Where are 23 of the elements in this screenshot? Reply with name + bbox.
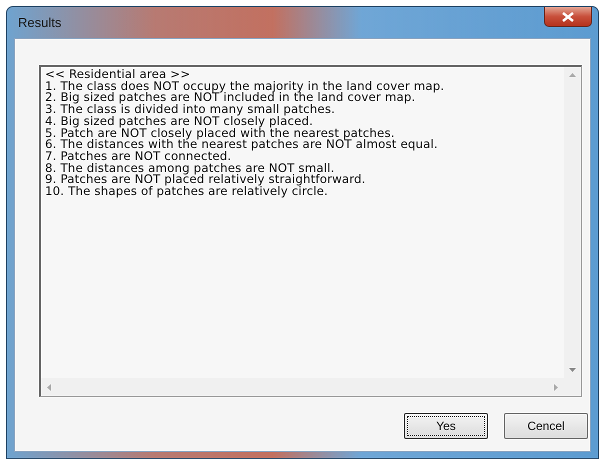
dialog-button[interactable]: Cencel [504,413,588,439]
text-line: 7. Patches are NOT connected. [45,150,232,163]
text-line: 1. The class does NOT occupy the majority in the land cover map. [45,80,446,92]
results-text-area[interactable] [39,65,582,397]
text-line: << Residential area >> [45,69,192,81]
up-arrow-icon [569,73,576,77]
down-arrow-icon [569,368,576,372]
left-arrow-icon [47,384,51,390]
horizontal-scrollbar[interactable] [41,378,564,396]
close-icon [562,12,574,22]
text-line: 4. Big sized patches are NOT closely placed. [45,116,314,128]
text-line: 5. Patch are NOT closely placed with the nearest patches. [45,128,395,140]
window-title: Results [17,14,62,32]
text-line: 6. The distances with the nearest patches are NOT almost equal. [45,139,439,151]
dialog-button[interactable]: Yes [404,413,488,439]
vertical-scrollbar[interactable] [564,67,581,378]
close-button[interactable] [544,7,592,27]
text-line: 9. Patches are NOT placed relatively straightforward. [45,174,367,186]
text-line: 3. The class is divided into many small patches. [45,104,336,116]
text-line: 8. The distances among patches are NOT small. [45,162,335,174]
right-arrow-icon [554,384,558,390]
text-line: 10. The shapes of patches are relatively circle. [45,186,328,198]
text-line: 2. Big sized patches are NOT included in the land cover map. [45,92,416,104]
